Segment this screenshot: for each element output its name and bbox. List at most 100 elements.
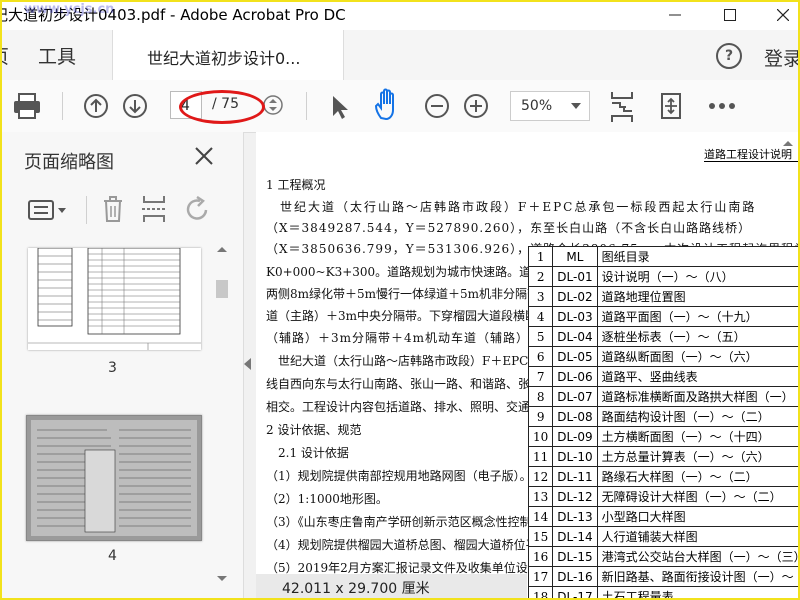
zoom-in-icon[interactable] bbox=[463, 93, 489, 119]
doc-line: 2 设计依据、规范 bbox=[266, 423, 362, 437]
tab-document[interactable]: 世纪大道初步设计0... bbox=[112, 30, 344, 80]
close-icon bbox=[195, 147, 213, 165]
row-number-cell: 14 bbox=[527, 506, 554, 527]
drawing-title-cell: 道路纵断面图（一）～（六） bbox=[596, 346, 800, 367]
help-icon[interactable]: ? bbox=[716, 43, 742, 69]
panel-collapse-icon[interactable] bbox=[244, 358, 251, 370]
thumbnail-preview bbox=[31, 420, 197, 536]
scrollbar-track bbox=[783, 141, 793, 146]
doc-line: 1 工程概况 bbox=[266, 178, 326, 192]
drawing-title-cell: 道路标准横断面及路拱大样图（一） bbox=[596, 386, 800, 407]
pdf-page: 道路工程设计说明 1 工程概况 世纪大道（太行山路～店韩路市政段）F＋EPC总承… bbox=[256, 132, 800, 600]
table-row: 9 DL-08 路面结构设计图（一）～（二） bbox=[527, 406, 800, 427]
panel-toolbar bbox=[0, 190, 243, 230]
title-bar: 世纪大道初步设计0403.pdf - Adobe Acrobat Pro DC … bbox=[0, 0, 800, 30]
row-number-cell: 11 bbox=[527, 446, 554, 467]
toolbar: 4 / 75 50% bbox=[0, 80, 800, 133]
zoom-value: 50% bbox=[521, 98, 553, 114]
minimize-button[interactable] bbox=[652, 0, 697, 30]
doc-line: （2）1:1000地形图。 bbox=[266, 492, 388, 506]
row-number-cell: 9 bbox=[527, 406, 554, 427]
more-options-icon[interactable] bbox=[708, 102, 736, 110]
toolbar-divider bbox=[306, 92, 307, 120]
chevron-down-icon bbox=[571, 103, 581, 109]
delete-page-icon[interactable] bbox=[100, 194, 126, 224]
row-number-cell: 18 bbox=[527, 586, 554, 600]
table-row: 4 DL-03 道路平面图（一）～（十九） bbox=[527, 306, 800, 327]
doc-line: （4）规划院提供榴园大道桥总图、榴园大道桥位平面图 bbox=[266, 538, 562, 552]
minimize-icon bbox=[668, 14, 681, 16]
zoom-out-icon[interactable] bbox=[424, 93, 450, 119]
thumbnail-label: 4 bbox=[108, 548, 117, 564]
status-bar: 42.011 x 29.700 厘米 bbox=[256, 574, 527, 600]
doc-line: 相交。工程设计内容包括道路、排水、照明、交通等。 bbox=[266, 400, 555, 414]
close-button[interactable] bbox=[760, 0, 800, 30]
tab-bar: 页 工具 世纪大道初步设计0... ? 登录 bbox=[0, 30, 800, 81]
drawing-code-cell: DL-09 bbox=[552, 426, 598, 447]
document-view[interactable]: 道路工程设计说明 1 工程概况 世纪大道（太行山路～店韩路市政段）F＋EPC总承… bbox=[256, 132, 800, 600]
row-number-cell: 7 bbox=[527, 366, 554, 387]
hand-tool-icon[interactable] bbox=[372, 88, 406, 124]
thumbnail-list: 3 4 bbox=[0, 244, 243, 600]
doc-line: 2.1 设计依据 bbox=[266, 446, 349, 460]
annotation-oval bbox=[179, 90, 265, 124]
watermark: www.ycjs.cn bbox=[24, 2, 115, 17]
table-row: 5 DL-04 逐桩坐标表（一）～（五） bbox=[527, 326, 800, 347]
page-up-icon[interactable] bbox=[83, 93, 109, 119]
row-number-cell: 2 bbox=[527, 266, 554, 287]
rotate-view-icon[interactable] bbox=[657, 91, 685, 121]
doc-line: （3）《山东枣庄鲁南产学研创新示范区概念性控制规划 bbox=[266, 515, 556, 529]
thumbnail-label: 3 bbox=[108, 360, 117, 376]
drawing-code-cell: DL-04 bbox=[552, 326, 598, 347]
table-row: 13 DL-12 无障碍设计大样图（一）～（二） bbox=[527, 486, 800, 507]
rotate-page-icon[interactable] bbox=[184, 196, 212, 224]
panel-divider bbox=[86, 196, 87, 224]
table-row: 8 DL-07 道路标准横断面及路拱大样图（一） bbox=[527, 386, 800, 407]
table-row: 18 DL-17 土石工程量表 bbox=[527, 586, 800, 600]
table-row: 17DL-16新旧路基、路面衔接设计图（一）～（二） bbox=[527, 566, 800, 587]
drawing-code-cell: DL-07 bbox=[552, 386, 598, 407]
zoom-select[interactable]: 50% bbox=[510, 91, 590, 121]
drawing-code-cell: DL-05 bbox=[552, 346, 598, 367]
row-number-cell: 17 bbox=[527, 566, 554, 587]
page-dimensions: 42.011 x 29.700 厘米 bbox=[282, 581, 430, 597]
page-stepper-icon[interactable] bbox=[262, 94, 284, 116]
drawing-title-cell: 道路平面图（一）～（十九） bbox=[596, 306, 800, 327]
panel-close-icon[interactable] bbox=[194, 146, 214, 172]
fit-page-icon[interactable] bbox=[608, 90, 636, 124]
document-scrollbar[interactable] bbox=[780, 136, 796, 596]
table-row: 2 DL-01 设计说明（一）～（八） bbox=[527, 266, 800, 287]
login-button[interactable]: 登录 bbox=[764, 44, 800, 71]
extract-page-icon[interactable] bbox=[140, 194, 168, 224]
drawing-code-cell: DL-02 bbox=[552, 286, 598, 307]
table-row: 12 DL-11 路缘石大样图（一）～（二） bbox=[527, 466, 800, 487]
row-number-cell: 4 bbox=[527, 306, 554, 327]
tab-tools[interactable]: 工具 bbox=[38, 42, 76, 69]
drawing-code-cell: DL-06 bbox=[552, 366, 598, 387]
thumbnail-scrollbar[interactable] bbox=[213, 244, 231, 594]
thumbnail-options-icon[interactable] bbox=[28, 198, 68, 222]
doc-line: （X＝3849287.544，Y＝527890.260），东至长白山路（不含长白… bbox=[266, 221, 752, 235]
doc-line: （1）规划院提供南部控规用地路网图（电子版）。 bbox=[266, 469, 532, 483]
print-icon[interactable] bbox=[12, 92, 42, 120]
drawing-index-table: 1 ML 图纸目录 2 DL-01 设计说明（一）～（八） 3 DL-02 道路地理位置图 4 DL… bbox=[527, 246, 800, 600]
thumbnail-preview bbox=[28, 248, 201, 350]
doc-line: 世纪大道（太行山路～店韩路市政段）F＋EPC总承包 bbox=[266, 354, 565, 368]
drawing-title-cell: 图纸目录 bbox=[596, 246, 800, 267]
page-down-icon[interactable] bbox=[122, 93, 148, 119]
drawing-title-cell: 道路地理位置图 bbox=[596, 286, 800, 307]
table-row: 6 DL-05 道路纵断面图（一）～（六） bbox=[527, 346, 800, 367]
drawing-code-cell: DL-03 bbox=[552, 306, 598, 327]
row-number-cell: 1 bbox=[527, 246, 554, 267]
drawing-title-cell: 人行道铺装大样图 bbox=[596, 526, 800, 547]
drawing-code-cell: DL-15 bbox=[552, 546, 598, 567]
select-cursor-icon[interactable] bbox=[330, 94, 350, 120]
row-number-cell: 5 bbox=[527, 326, 554, 347]
maximize-button[interactable] bbox=[707, 0, 752, 30]
page-thumbnail-4[interactable] bbox=[26, 415, 202, 541]
page-thumbnail-3[interactable] bbox=[28, 248, 201, 350]
drawing-title-cell: 路缘石大样图（一）～（二） bbox=[596, 466, 800, 487]
row-number-cell: 13 bbox=[527, 486, 554, 507]
drawing-title-cell: 土石工程量表 bbox=[596, 586, 800, 600]
tab-home-partial[interactable]: 页 bbox=[0, 42, 9, 69]
